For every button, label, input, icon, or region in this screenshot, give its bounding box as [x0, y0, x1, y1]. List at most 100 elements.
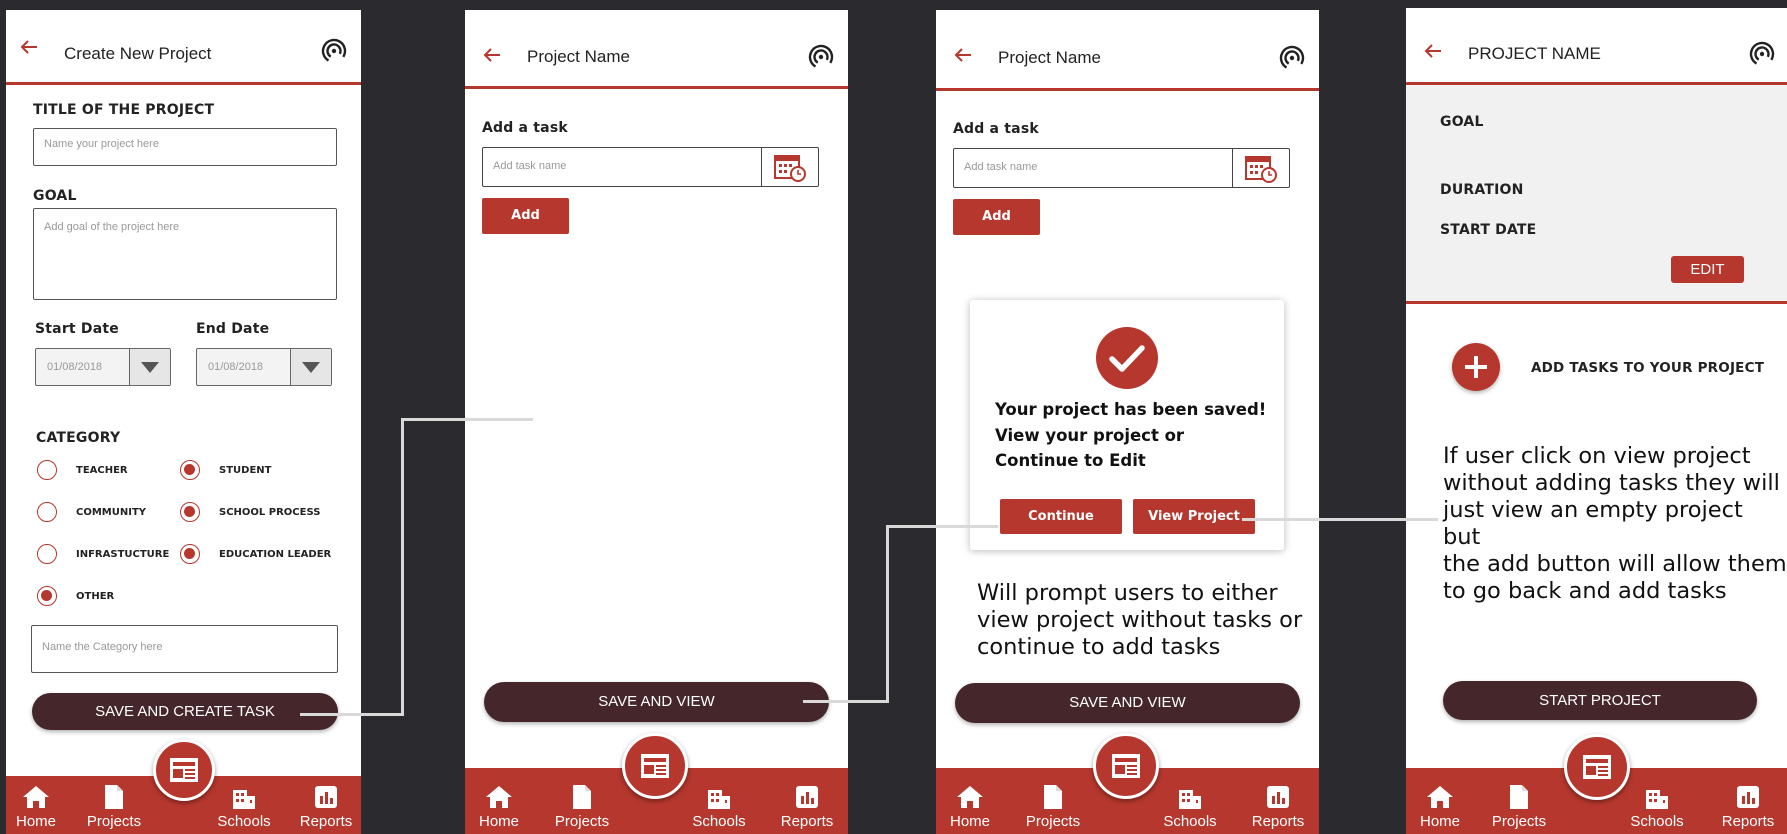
- radio-button[interactable]: [37, 586, 57, 606]
- connector-line: [1242, 518, 1438, 521]
- nav-reports-label: Reports: [1721, 813, 1775, 830]
- back-arrow-icon[interactable]: [954, 48, 972, 62]
- goal-textarea[interactable]: Add goal of the project here: [33, 208, 337, 300]
- start-project-button[interactable]: START PROJECT: [1443, 681, 1757, 720]
- calendar-button[interactable]: [1232, 149, 1289, 187]
- broadcast-icon[interactable]: [1279, 45, 1305, 71]
- nav-projects[interactable]: Projects: [1023, 784, 1083, 830]
- end-date-picker[interactable]: 01/08/2018: [196, 348, 332, 386]
- nav-schools[interactable]: Schools: [1160, 784, 1220, 830]
- chevron-down-icon[interactable]: [290, 349, 331, 385]
- bar-chart-icon: [315, 786, 337, 808]
- category-option-label: TEACHER: [76, 464, 128, 476]
- nav-projects[interactable]: Projects: [84, 784, 144, 830]
- nav-home[interactable]: Home: [1418, 784, 1462, 830]
- connector-line: [886, 525, 998, 528]
- category-option-school-process[interactable]: SCHOOL PROCESS: [180, 502, 320, 522]
- newspaper-icon: [170, 758, 198, 782]
- connector-line: [401, 418, 533, 421]
- radio-button[interactable]: [180, 544, 200, 564]
- back-arrow-icon[interactable]: [20, 40, 38, 54]
- newspaper-icon: [1112, 754, 1140, 778]
- category-option-label: SCHOOL PROCESS: [219, 506, 321, 518]
- add-task-button[interactable]: Add: [482, 198, 569, 234]
- calendar-button[interactable]: [761, 148, 818, 186]
- nav-home[interactable]: Home: [948, 784, 992, 830]
- nav-projects[interactable]: Projects: [1489, 784, 1549, 830]
- category-option-student[interactable]: STUDENT: [180, 460, 271, 480]
- project-summary-panel: GOAL DURATION START DATE EDIT: [1406, 85, 1787, 304]
- back-arrow-icon[interactable]: [483, 48, 501, 62]
- annotation-line: just view an empty project but: [1443, 497, 1743, 550]
- category-option-other[interactable]: OTHER: [37, 586, 114, 606]
- nav-schools-label: Schools: [1163, 813, 1217, 830]
- start-date-value: 01/08/2018: [47, 361, 103, 373]
- annotation-line: without adding tasks they will: [1443, 470, 1780, 496]
- category-option-teacher[interactable]: TEACHER: [37, 460, 128, 480]
- category-option-education-leader[interactable]: EDUCATION LEADER: [180, 544, 331, 564]
- document-icon: [1510, 785, 1528, 809]
- nav-home-label: Home: [949, 813, 990, 830]
- task-name-input[interactable]: Add task name: [953, 148, 1290, 188]
- add-tasks-button[interactable]: [1452, 343, 1500, 391]
- screen-project-saved: Project Name Add a task Add task name Ad…: [936, 10, 1319, 834]
- add-task-label: Add a task: [953, 121, 1039, 137]
- back-arrow-icon[interactable]: [1424, 44, 1442, 58]
- document-icon: [105, 785, 123, 809]
- nav-schools-label: Schools: [692, 813, 746, 830]
- edit-button[interactable]: EDIT: [1671, 256, 1744, 283]
- page-title: Project Name: [998, 48, 1101, 67]
- category-name-input[interactable]: Name the Category here: [31, 625, 338, 673]
- save-and-view-button[interactable]: SAVE AND VIEW: [955, 683, 1300, 723]
- nav-reports[interactable]: Reports: [777, 784, 837, 830]
- nav-projects-label: Projects: [554, 813, 610, 830]
- save-and-view-button[interactable]: SAVE AND VIEW: [484, 682, 829, 722]
- annotation-line: they can start adding: [541, 416, 810, 445]
- nav-reports-label: Reports: [780, 813, 834, 830]
- chevron-down-icon[interactable]: [129, 349, 170, 385]
- category-option-infrastucture[interactable]: INFRASTUCTURE: [37, 544, 169, 564]
- nav-home[interactable]: Home: [16, 784, 56, 830]
- project-title-input[interactable]: Name your project here: [33, 128, 337, 166]
- task-name-input[interactable]: Add task name: [482, 147, 819, 187]
- add-task-button[interactable]: Add: [953, 199, 1040, 235]
- nav-home[interactable]: Home: [477, 784, 521, 830]
- bar-chart-icon: [796, 786, 818, 808]
- project-fab-button[interactable]: [622, 733, 688, 799]
- nav-schools-label: Schools: [1630, 813, 1684, 830]
- app-header: Create New Project: [6, 10, 361, 85]
- project-fab-button[interactable]: [1564, 734, 1630, 800]
- continue-button[interactable]: Continue: [1000, 499, 1122, 534]
- nav-schools[interactable]: Schools: [1627, 784, 1687, 830]
- broadcast-icon[interactable]: [808, 44, 834, 70]
- view-project-button[interactable]: View Project: [1133, 499, 1255, 534]
- radio-button[interactable]: [37, 544, 57, 564]
- radio-button[interactable]: [37, 460, 57, 480]
- task-name-placeholder: Add task name: [964, 161, 1038, 173]
- save-and-create-task-button[interactable]: SAVE AND CREATE TASK: [32, 693, 338, 730]
- bar-chart-icon: [1737, 786, 1759, 808]
- project-fab-button[interactable]: [153, 739, 215, 801]
- nav-reports[interactable]: Reports: [1718, 784, 1778, 830]
- nav-schools[interactable]: Schools: [214, 784, 274, 830]
- radio-button[interactable]: [180, 502, 200, 522]
- nav-reports[interactable]: Reports: [296, 784, 356, 830]
- start-date-picker[interactable]: 01/08/2018: [35, 348, 171, 386]
- broadcast-icon[interactable]: [321, 38, 347, 64]
- end-date-value: 01/08/2018: [208, 361, 264, 373]
- nav-home-label: Home: [1419, 813, 1460, 830]
- nav-projects[interactable]: Projects: [552, 784, 612, 830]
- connector-line: [401, 418, 404, 716]
- nav-schools-label: Schools: [217, 813, 271, 830]
- annotation-prompt-users: Will prompt users to either view project…: [977, 580, 1302, 661]
- category-option-community[interactable]: COMMUNITY: [37, 502, 146, 522]
- nav-reports[interactable]: Reports: [1248, 784, 1308, 830]
- nav-schools[interactable]: Schools: [689, 784, 749, 830]
- home-icon: [1427, 786, 1453, 808]
- radio-button[interactable]: [180, 460, 200, 480]
- project-fab-button[interactable]: [1093, 733, 1159, 799]
- goal-label: GOAL: [1440, 114, 1484, 130]
- end-date-label: End Date: [196, 321, 270, 337]
- radio-button[interactable]: [37, 502, 57, 522]
- broadcast-icon[interactable]: [1749, 41, 1775, 67]
